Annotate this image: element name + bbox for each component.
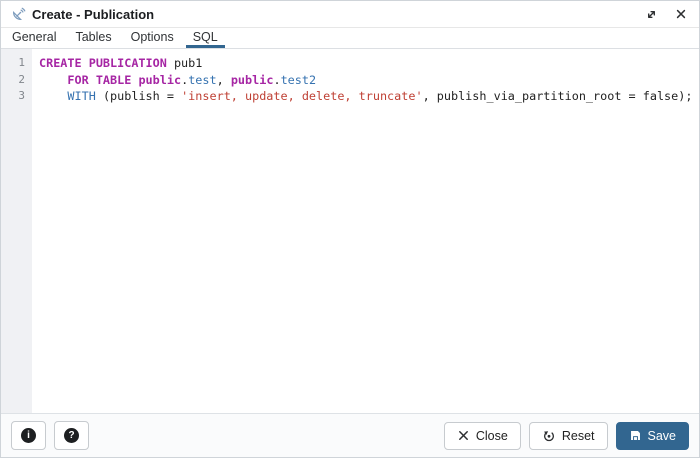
window-title: Create - Publication xyxy=(32,6,155,22)
help-icon: ? xyxy=(64,428,79,443)
line-number: 1 xyxy=(18,56,25,69)
save-button-label: Save xyxy=(647,428,677,443)
close-icon xyxy=(675,8,687,20)
create-publication-dialog: Create - Publication General Tables Opti… xyxy=(0,0,700,458)
line-number: 3 xyxy=(18,89,25,102)
help-button[interactable]: ? xyxy=(54,421,89,450)
code-token-plain: (publish = xyxy=(95,89,182,103)
code-token-plain: pub1 xyxy=(166,56,203,70)
line-number: 2 xyxy=(18,72,25,86)
reset-icon xyxy=(542,429,556,443)
tab-general[interactable]: General xyxy=(5,28,63,48)
maximize-icon xyxy=(645,8,658,21)
save-button[interactable]: Save xyxy=(615,421,689,450)
reset-button[interactable]: Reset xyxy=(528,421,608,450)
tab-sql[interactable]: SQL xyxy=(185,28,225,48)
code-token-identifier: WITH xyxy=(67,89,96,103)
info-icon: i xyxy=(21,428,36,443)
dialog-tabbar: General Tables Options SQL xyxy=(1,28,699,49)
close-x-icon xyxy=(457,429,470,442)
code-line: WITH (publish = 'insert, update, delete,… xyxy=(39,88,695,105)
save-floppy-icon xyxy=(629,429,642,442)
code-token-plain: , xyxy=(216,72,231,87)
titlebar: Create - Publication xyxy=(1,1,699,28)
code-token-keyword: public xyxy=(230,72,274,87)
code-token-keyword: public xyxy=(138,72,182,87)
code-token-plain: , publish_via_partition_root = false); xyxy=(422,89,693,103)
code-token-identifier: test xyxy=(188,72,217,87)
satellite-dish-icon xyxy=(11,7,26,22)
tab-tables[interactable]: Tables xyxy=(68,28,118,48)
code-token-plain: . xyxy=(273,72,281,87)
maximize-button[interactable] xyxy=(643,6,660,23)
code-line: CREATE PUBLICATION pub1 xyxy=(39,55,695,72)
close-button-label: Close xyxy=(475,428,508,443)
code-line: FOR TABLE public.test, public.test2 xyxy=(39,72,695,89)
sql-info-button[interactable]: i xyxy=(11,421,46,450)
reset-button-label: Reset xyxy=(561,428,595,443)
sql-editor[interactable]: 1 2 3 CREATE PUBLICATION pub1 FOR TABLE pu… xyxy=(1,49,699,413)
close-button[interactable]: Close xyxy=(443,421,521,450)
tab-options[interactable]: Options xyxy=(124,28,181,48)
sql-code-area: CREATE PUBLICATION pub1 FOR TABLE public… xyxy=(32,49,699,413)
line-number-gutter: 1 2 3 xyxy=(1,49,32,413)
code-token-string: 'insert, update, delete, truncate' xyxy=(181,89,423,103)
code-token-keyword: FOR TABLE xyxy=(67,72,132,87)
code-token-keyword: CREATE PUBLICATION xyxy=(39,56,167,70)
code-token-identifier: test2 xyxy=(280,72,317,87)
close-window-button[interactable] xyxy=(673,6,689,22)
footer: i ? Close Reset Save xyxy=(1,413,699,457)
